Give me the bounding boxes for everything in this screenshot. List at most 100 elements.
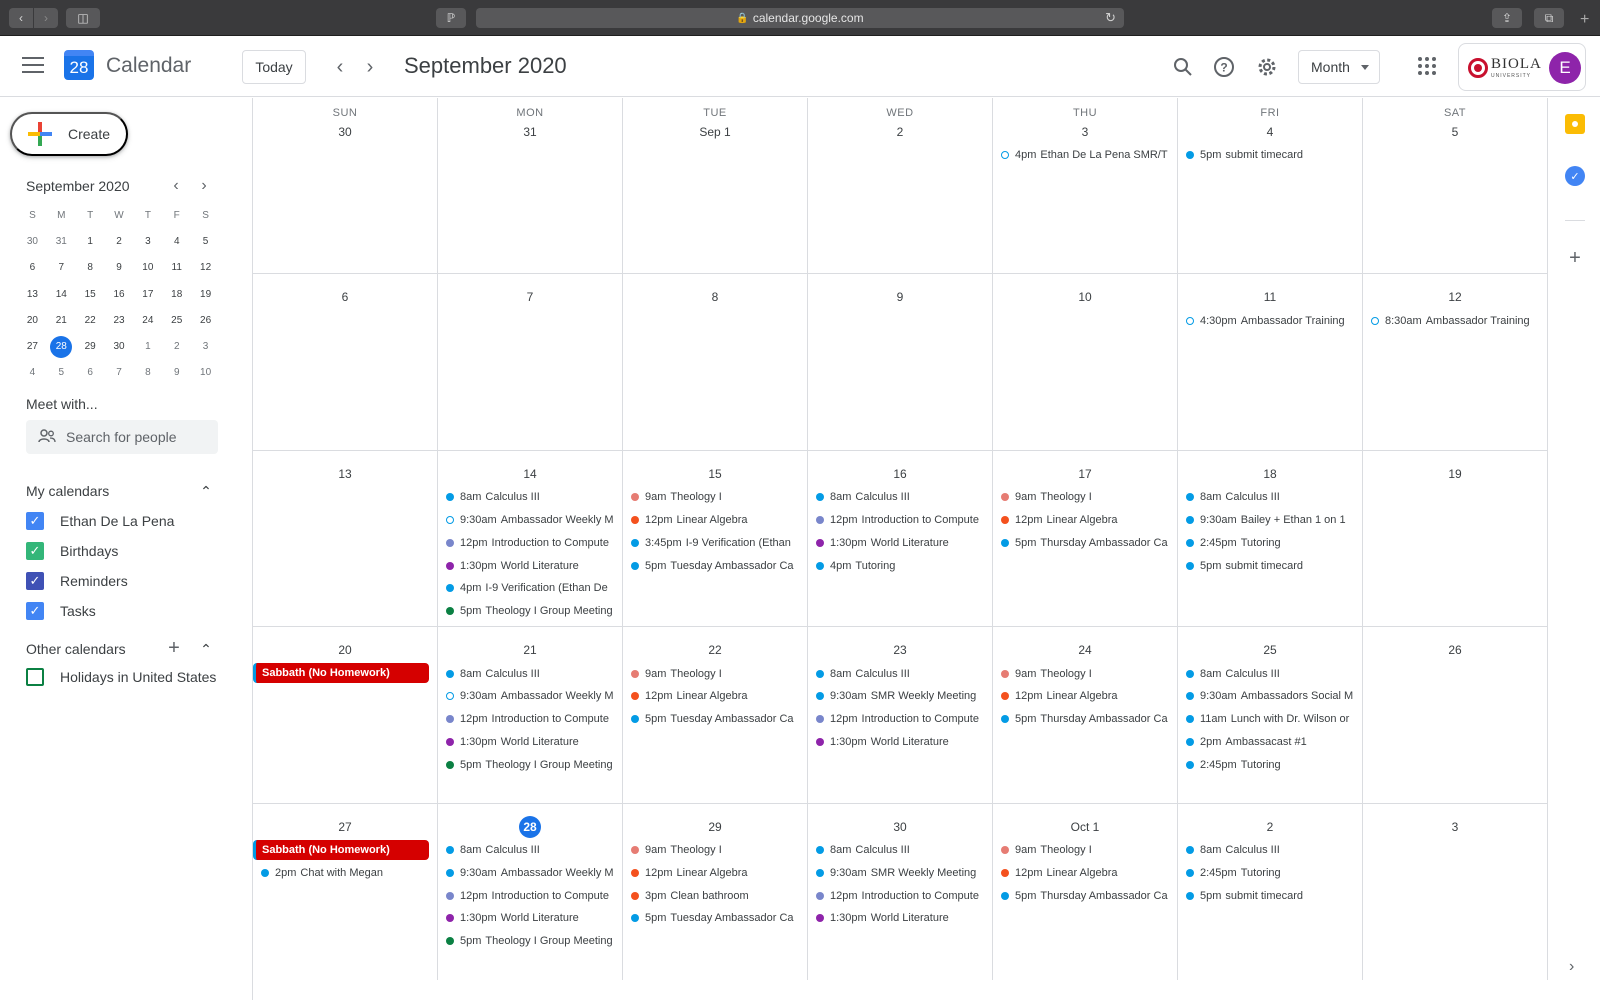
day-number[interactable]: 14	[438, 463, 622, 485]
day-number[interactable]: 3	[993, 121, 1177, 143]
mini-day[interactable]: 22	[76, 315, 105, 326]
checkbox-checked-icon[interactable]: ✓	[26, 512, 44, 530]
day-number[interactable]: 9	[808, 286, 992, 308]
avatar[interactable]: E	[1549, 52, 1581, 84]
mini-day[interactable]: 21	[47, 315, 76, 326]
event-chip[interactable]: 12pm Linear Algebra	[993, 685, 1177, 708]
day-cell[interactable]: SUN 30	[253, 98, 438, 274]
event-chip[interactable]: 12pm Linear Algebra	[993, 509, 1177, 532]
event-chip[interactable]: 3:45pm I-9 Verification (Ethan	[623, 531, 807, 554]
view-switcher[interactable]: Month	[1298, 50, 1380, 84]
day-cell[interactable]: SAT 5	[1363, 98, 1548, 274]
mini-day[interactable]: 1	[133, 341, 162, 352]
event-chip[interactable]: 4pm Ethan De La Pena SMR/T	[993, 144, 1177, 167]
sidebar-toggle-icon[interactable]: ◫	[66, 8, 100, 28]
day-number[interactable]: 6	[253, 286, 437, 308]
calendar-item[interactable]: ✓ Ethan De La Pena	[26, 509, 174, 533]
extension-icon[interactable]: ℙ	[436, 8, 466, 28]
mini-day[interactable]: 7	[47, 262, 76, 273]
event-chip[interactable]: 8am Calculus III	[1178, 662, 1362, 685]
event-chip[interactable]: 9:30am Ambassador Weekly M	[438, 509, 622, 532]
day-cell[interactable]: 10	[993, 274, 1178, 450]
mini-day[interactable]: 24	[133, 315, 162, 326]
event-chip[interactable]: 5pm submit timecard	[1178, 144, 1362, 167]
day-cell[interactable]: FRI 4 5pm submit timecard	[1178, 98, 1363, 274]
google-apps-icon[interactable]	[1418, 57, 1436, 75]
day-cell[interactable]: 17 9am Theology I 12pm Linear Algebra 5pm Thur…	[993, 450, 1178, 627]
event-chip[interactable]: 5pm Tuesday Ambassador Ca	[623, 554, 807, 577]
event-chip[interactable]: 2:45pm Tutoring	[1178, 753, 1362, 776]
day-cell[interactable]: 8	[623, 274, 808, 450]
today-button[interactable]: Today	[242, 50, 306, 84]
event-chip[interactable]: 9:30am SMR Weekly Meeting	[808, 685, 992, 708]
mini-next-month-icon[interactable]: ›	[194, 176, 214, 196]
event-chip[interactable]: 12pm Linear Algebra	[993, 861, 1177, 884]
share-icon[interactable]: ⇪	[1492, 8, 1522, 28]
mini-day[interactable]: 7	[105, 367, 134, 378]
day-cell[interactable]: 26	[1363, 627, 1548, 803]
mini-day[interactable]: 20	[18, 315, 47, 326]
chevron-up-icon[interactable]: ⌃	[196, 481, 216, 501]
day-cell[interactable]: 2 8am Calculus III 2:45pm Tutoring 5pm submit …	[1178, 803, 1363, 980]
day-number[interactable]: 18	[1178, 463, 1362, 485]
day-number[interactable]: 15	[623, 463, 807, 485]
day-number[interactable]: 21	[438, 639, 622, 661]
calendar-item[interactable]: Holidays in United States	[26, 665, 216, 689]
mini-day[interactable]: 30	[105, 341, 134, 352]
event-chip[interactable]: 8am Calculus III	[1178, 839, 1362, 862]
event-chip[interactable]: 8:30am Ambassador Training	[1363, 309, 1547, 332]
calendar-item[interactable]: ✓ Tasks	[26, 599, 96, 623]
event-chip[interactable]: 12pm Introduction to Compute	[808, 509, 992, 532]
reload-icon[interactable]: ↻	[1105, 10, 1116, 26]
mini-prev-month-icon[interactable]: ‹	[166, 176, 186, 196]
mini-day[interactable]: 29	[76, 341, 105, 352]
event-chip[interactable]: 3pm Clean bathroom	[623, 884, 807, 907]
mini-day[interactable]: 10	[191, 367, 220, 378]
day-number[interactable]: 16	[808, 463, 992, 485]
help-icon[interactable]: ?	[1209, 52, 1239, 82]
event-chip[interactable]: 5pm Tuesday Ambassador Ca	[623, 907, 807, 930]
event-chip[interactable]: 4pm I-9 Verification (Ethan De	[438, 577, 622, 600]
add-calendar-icon[interactable]: +	[164, 637, 184, 659]
day-cell[interactable]: 27 Sabbath (No Homework) 2pm Chat with Mega…	[253, 803, 438, 980]
calendar-item[interactable]: ✓ Birthdays	[26, 539, 118, 563]
mini-day[interactable]: 11	[162, 262, 191, 273]
mini-day[interactable]: 8	[133, 367, 162, 378]
day-number[interactable]: 28	[438, 815, 622, 838]
event-chip[interactable]: 12pm Introduction to Compute	[438, 884, 622, 907]
mini-day[interactable]: 30	[18, 236, 47, 247]
calendar-item[interactable]: ✓ Reminders	[26, 569, 128, 593]
event-chip[interactable]: 1:30pm World Literature	[438, 907, 622, 930]
day-cell[interactable]: 20 Sabbath (No Homework)	[253, 627, 438, 803]
mini-day[interactable]: 9	[162, 367, 191, 378]
day-number[interactable]: 23	[808, 639, 992, 661]
search-people-input[interactable]	[66, 429, 206, 445]
event-chip[interactable]: 5pm Thursday Ambassador Ca	[993, 708, 1177, 731]
event-chip[interactable]: 5pm submit timecard	[1178, 884, 1362, 907]
event-chip[interactable]: 12pm Introduction to Compute	[438, 708, 622, 731]
day-number[interactable]: 19	[1363, 463, 1547, 485]
event-chip[interactable]: 2pm Chat with Megan	[253, 862, 437, 885]
event-chip[interactable]: 9:30am Bailey + Ethan 1 on 1	[1178, 509, 1362, 532]
event-chip[interactable]: 5pm Thursday Ambassador Ca	[993, 531, 1177, 554]
day-cell[interactable]: 15 9am Theology I 12pm Linear Algebra 3:45pm I…	[623, 450, 808, 627]
event-chip[interactable]: 9am Theology I	[623, 486, 807, 509]
next-period-icon[interactable]: ›	[356, 53, 384, 81]
mini-day[interactable]: 23	[105, 315, 134, 326]
mini-day[interactable]: 3	[133, 236, 162, 247]
mini-day[interactable]: 4	[18, 367, 47, 378]
day-number[interactable]: 20	[253, 639, 437, 661]
chevron-up-icon[interactable]: ⌃	[196, 639, 216, 659]
event-chip[interactable]: 8am Calculus III	[808, 662, 992, 685]
event-chip[interactable]: 9:30am Ambassador Weekly M	[438, 685, 622, 708]
mini-day[interactable]: 31	[47, 236, 76, 247]
event-chip[interactable]: 8am Calculus III	[808, 486, 992, 509]
day-number[interactable]: 2	[1178, 816, 1362, 838]
mini-day[interactable]: 3	[191, 341, 220, 352]
mini-day[interactable]: 6	[76, 367, 105, 378]
day-cell[interactable]: 6	[253, 274, 438, 450]
event-chip[interactable]: 8am Calculus III	[438, 662, 622, 685]
create-button[interactable]: Create	[10, 112, 128, 156]
day-number[interactable]: 8	[623, 286, 807, 308]
day-number[interactable]: 17	[993, 463, 1177, 485]
